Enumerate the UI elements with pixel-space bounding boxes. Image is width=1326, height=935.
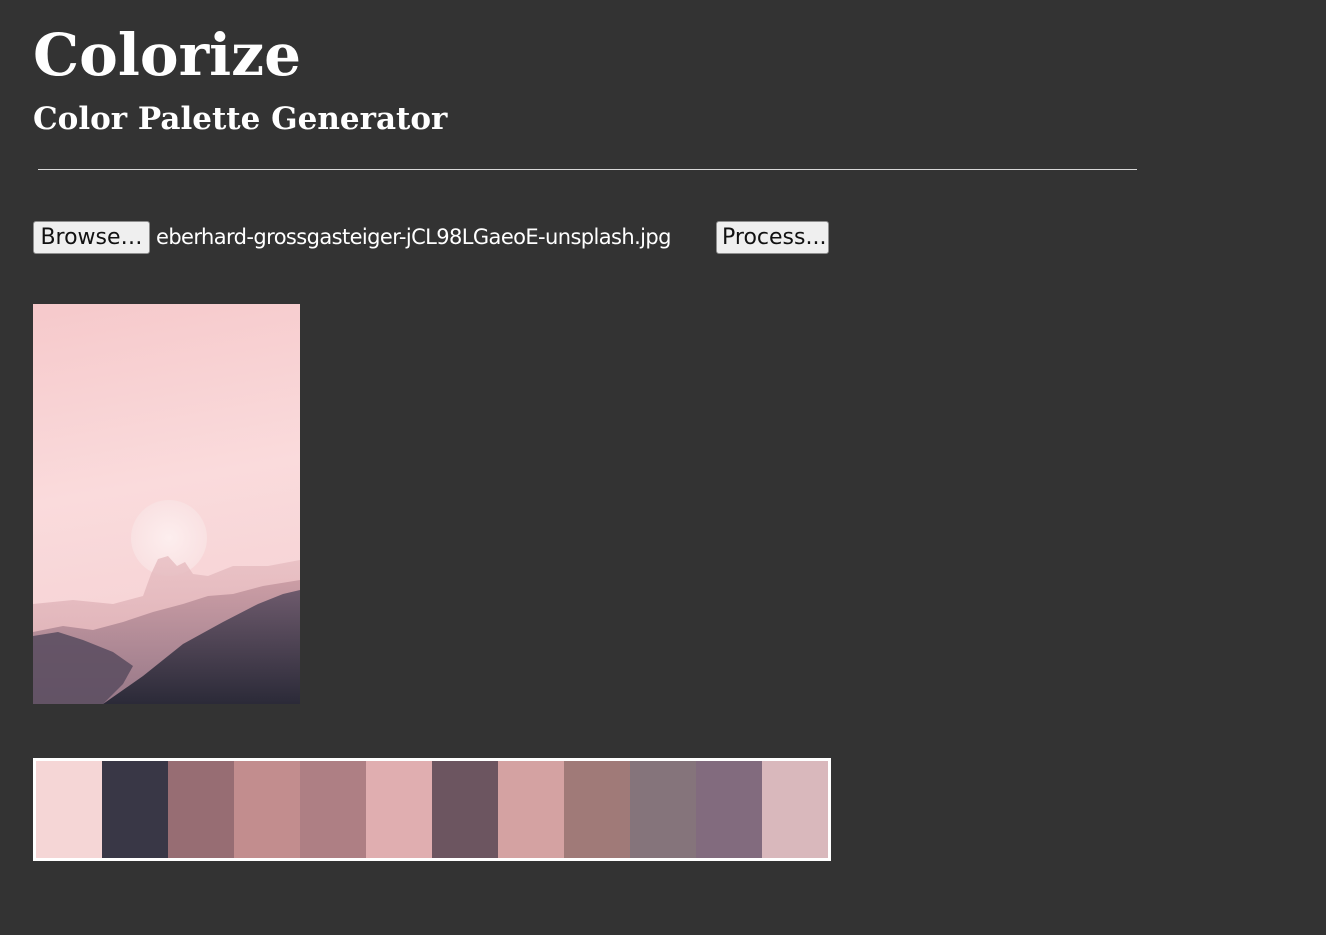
color-swatch[interactable] (366, 761, 432, 858)
app-subtitle: Color Palette Generator (33, 101, 448, 137)
color-palette (33, 758, 831, 861)
file-upload-row: Browse… eberhard-grossgasteiger-jCL98LGa… (33, 221, 829, 254)
selected-file-name: eberhard-grossgasteiger-jCL98LGaeoE-unsp… (156, 225, 671, 249)
header-divider (38, 169, 1137, 170)
color-swatch[interactable] (102, 761, 168, 858)
color-swatch[interactable] (432, 761, 498, 858)
process-button[interactable]: Process... (716, 221, 829, 254)
color-swatch[interactable] (168, 761, 234, 858)
color-swatch[interactable] (300, 761, 366, 858)
color-swatch[interactable] (762, 761, 828, 858)
color-swatch[interactable] (630, 761, 696, 858)
color-swatch[interactable] (696, 761, 762, 858)
uploaded-image-preview (33, 304, 300, 704)
color-swatch[interactable] (36, 761, 102, 858)
app-title: Colorize (33, 21, 301, 89)
color-swatch[interactable] (498, 761, 564, 858)
mountain-landscape-image (33, 500, 300, 704)
browse-button[interactable]: Browse… (33, 221, 150, 254)
color-swatch[interactable] (234, 761, 300, 858)
color-swatch[interactable] (564, 761, 630, 858)
